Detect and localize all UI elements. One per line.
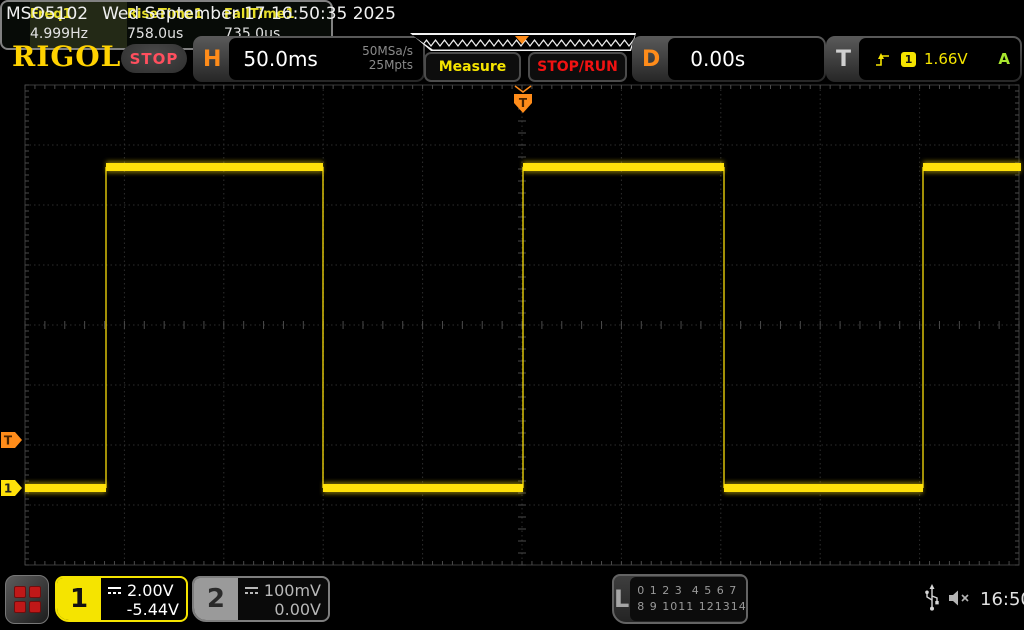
rigol-logo: RIGOL — [12, 40, 122, 73]
channel2-scale: 100mV — [263, 581, 321, 600]
logic-analyzer-label: L — [614, 585, 630, 613]
dc-coupling-icon — [244, 586, 258, 594]
channel1-number[interactable]: 1 — [57, 578, 101, 620]
oscilloscope-screen: T T 1 MSO5102 Wed September 17 16:50:35 202… — [0, 0, 1024, 630]
timebase-value[interactable]: 50.0ms — [243, 47, 317, 71]
datetime-text: Wed September 17 16:50:35 2025 — [102, 4, 396, 24]
trigger-level-value[interactable]: 1.66V — [924, 50, 968, 68]
channel2-offset: 0.00V — [274, 600, 321, 619]
horizontal-label: H — [203, 46, 222, 72]
measure-button[interactable]: Measure — [424, 52, 521, 82]
sample-rate: 50MSa/s — [362, 44, 413, 59]
channel1-offset: -5.44V — [126, 600, 179, 619]
clock-text: 16:50 — [980, 589, 1024, 610]
memory-depth: 25Mpts — [368, 58, 413, 72]
title-bar: MSO5102 Wed September 17 16:50:35 2025 — [6, 4, 396, 24]
usb-icon — [925, 584, 939, 611]
trigger-panel[interactable]: T 1 1.66V A — [826, 36, 1022, 82]
logic-channels-row1: 0 1 2 3 4 5 6 7 — [637, 583, 738, 597]
channel2-number[interactable]: 2 — [194, 578, 238, 620]
svg-text:T: T — [4, 434, 13, 448]
model-name: MSO5102 — [6, 4, 89, 24]
svg-text:1: 1 — [4, 482, 12, 496]
speaker-muted-icon[interactable] — [948, 588, 974, 608]
menu-grid-icon — [13, 586, 41, 613]
stop-run-button[interactable]: STOP/RUN — [528, 52, 627, 82]
run-state-badge[interactable]: STOP — [121, 44, 187, 73]
graticule-waveform-display: T T 1 — [1, 84, 1021, 566]
dc-coupling-icon — [108, 586, 121, 594]
channel1-scale: 2.00V — [127, 581, 174, 600]
delay-label: D — [642, 46, 661, 72]
channel2-status[interactable]: 2 100mV 0.00V — [192, 576, 330, 622]
menu-button[interactable] — [5, 575, 49, 624]
svg-text:T: T — [519, 96, 528, 110]
delay-value[interactable]: 0.00s — [690, 47, 745, 71]
preview-zigzag — [412, 35, 634, 47]
acquisition-rates: 50MSa/s 25Mpts — [362, 44, 413, 73]
delay-panel[interactable]: D 0.00s — [632, 36, 826, 82]
waveform-preview-strip[interactable] — [410, 33, 636, 51]
logic-analyzer-status[interactable]: L 0 1 2 3 4 5 6 7 8 9 1011 12131415 — [612, 574, 748, 624]
trigger-source-badge: 1 — [901, 51, 917, 67]
logic-channels-row2: 8 9 1011 12131415 — [637, 600, 747, 613]
horizontal-panel[interactable]: H 50.0ms 50MSa/s 25Mpts — [193, 36, 425, 82]
trigger-label: T — [836, 46, 852, 72]
trigger-mode: A — [998, 50, 1010, 68]
channel1-status[interactable]: 1 2.00V -5.44V — [55, 576, 188, 622]
trigger-slope-icon — [876, 52, 890, 66]
